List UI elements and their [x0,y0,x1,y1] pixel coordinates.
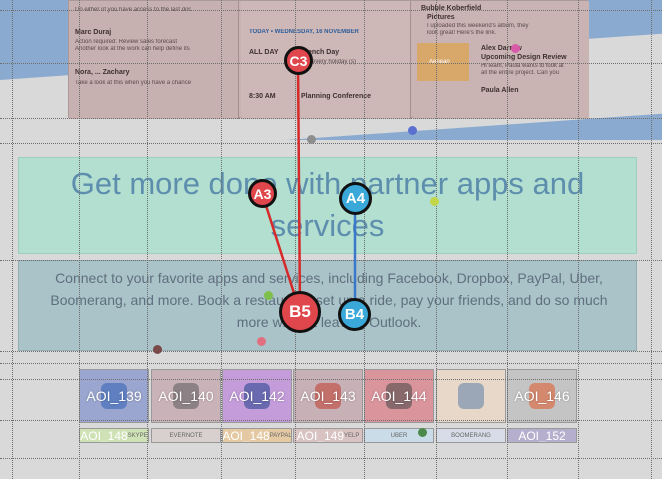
marker-dot-pink [257,337,266,346]
line-c3-b5 [296,59,302,313]
marker-dot-brown [153,345,162,354]
marker-dot-green [264,291,273,300]
marker-a3: A3 [248,179,277,208]
marker-b5: B5 [279,291,321,333]
marker-dot-gray [307,135,316,144]
marker-dot-darkgreen [418,428,427,437]
marker-dot-yellow [430,197,439,206]
marker-dot-magenta [511,44,520,53]
connection-lines [260,59,357,314]
marker-dot-blue [408,126,417,135]
marker-b4: B4 [338,298,371,331]
marker-c3: C3 [284,46,313,75]
marker-a4: A4 [339,182,372,215]
